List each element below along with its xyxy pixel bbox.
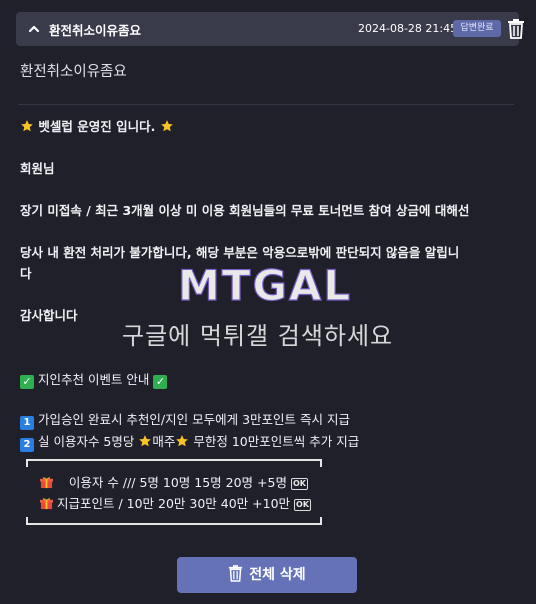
number-1-icon: 1 xyxy=(20,416,34,430)
trash-icon xyxy=(229,565,243,582)
answer-paragraph-1: 장기 미접속 / 최근 3개월 이상 미 이용 회원님들의 무료 토너먼트 참여… xyxy=(20,203,470,218)
star-icon xyxy=(160,120,173,132)
post-subject: 환전취소이유좀요 xyxy=(20,64,127,80)
points-table-row-1: 이용자 수 /// 5명 10명 15명 20명 +5명 OK xyxy=(40,472,308,491)
post-header[interactable]: 환전취소이유좀요 2024-08-28 21:45 답변완료 xyxy=(16,12,524,46)
event-title-text: 지인추천 이벤트 안내 xyxy=(37,372,150,387)
answer-salutation: 회원님 xyxy=(20,161,55,176)
post-title: 환전취소이유좀요 xyxy=(49,23,142,38)
star-icon xyxy=(139,435,152,447)
gift-icon xyxy=(40,477,53,489)
post-datetime: 2024-08-28 21:45 xyxy=(358,22,458,35)
trash-icon[interactable] xyxy=(507,19,525,39)
event-item-1: 1 가입승인 완료시 추천인/지인 모두에게 3만포인트 즉시 지급 xyxy=(20,409,350,430)
answer-thanks: 감사합니다 xyxy=(20,308,78,323)
points-table-row-2: 지급포인트 / 10만 20만 30만 40만 +10만 OK xyxy=(40,493,312,512)
check-icon: ✓ xyxy=(153,375,168,389)
delete-all-label: 전체 삭제 xyxy=(249,567,306,583)
event-item-2-post: 무한정 10만포인트씩 추가 지급 xyxy=(193,434,360,449)
event-item-2-mid: 매주 xyxy=(152,434,176,449)
points-table-row-1-text: 이용자 수 /// 5명 10명 15명 20명 +5명 xyxy=(68,475,287,490)
event-item-1-text: 가입승인 완료시 추천인/지인 모두에게 3만포인트 즉시 지급 xyxy=(37,412,350,427)
event-title: ✓ 지인추천 이벤트 안내 ✓ xyxy=(20,369,168,389)
event-item-2-pre: 실 이용자수 5명당 xyxy=(37,434,135,449)
answer-paragraph-2: 당사 내 환전 처리가 불가합니다, 해당 부분은 악용으로밖에 판단되지 않음… xyxy=(20,245,460,260)
status-badge: 답변완료 xyxy=(453,20,501,37)
ok-icon: OK xyxy=(294,499,312,511)
answer-greeting: 벳셀럽 운영진 입니다. xyxy=(20,116,174,135)
answer-paragraph-2-cont: 다 xyxy=(20,266,32,281)
star-icon xyxy=(176,435,189,447)
check-icon: ✓ xyxy=(20,375,34,389)
points-table-frame xyxy=(26,459,322,525)
svg-text:MTGAL: MTGAL xyxy=(178,262,352,306)
star-icon xyxy=(21,120,33,132)
number-2-icon: 2 xyxy=(20,438,34,452)
chevron-up-icon[interactable] xyxy=(28,23,40,35)
greeting-text: 벳셀럽 운영진 입니다. xyxy=(38,119,156,134)
ok-icon: OK xyxy=(290,478,308,490)
watermark-text: 구글에 먹튀갤 검색하세요 xyxy=(122,322,394,350)
divider xyxy=(18,104,514,105)
delete-all-button[interactable]: 전체 삭제 xyxy=(177,557,357,593)
points-table-row-2-text: 지급포인트 / 10만 20만 30만 40만 +10만 xyxy=(56,496,291,511)
event-item-2: 2 실 이용자수 5명당 매주 무한정 10만포인트씩 추가 지급 xyxy=(20,431,359,452)
watermark-logo: MTGAL xyxy=(178,262,352,306)
gift-icon xyxy=(40,498,53,510)
